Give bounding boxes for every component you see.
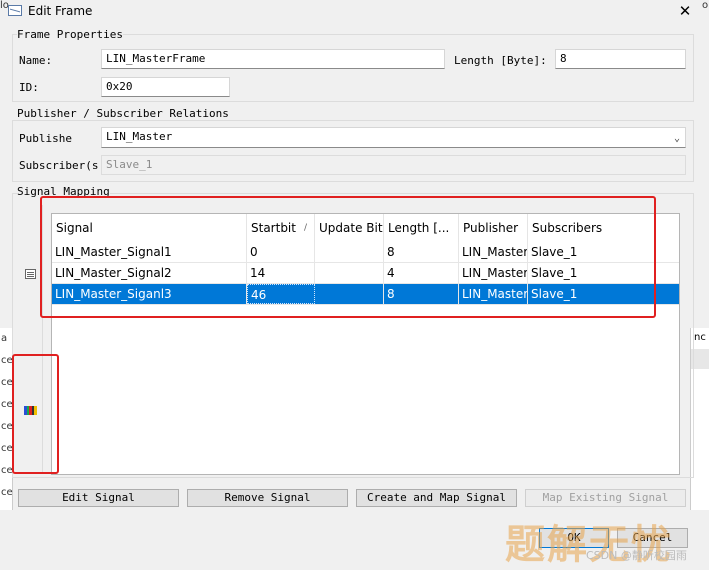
edit-signal-button[interactable]: Edit Signal xyxy=(18,489,179,507)
background-left-cell: ce xyxy=(1,443,13,454)
chevron-down-icon: ⌄ xyxy=(673,133,680,144)
column-header-startbit-label: Startbit xyxy=(251,221,296,235)
remove-signal-button[interactable]: Remove Signal xyxy=(187,489,348,507)
cell-publisher: LIN_Master xyxy=(459,242,528,262)
background-left-cell: ce xyxy=(1,377,13,388)
color-bars-icon[interactable] xyxy=(24,406,37,415)
column-header-startbit[interactable]: Startbit / xyxy=(247,214,315,242)
column-header-subscribers[interactable]: Subscribers xyxy=(528,214,679,242)
subscriber-field: Slave_1 xyxy=(101,155,686,175)
cell-signal: LIN_Master_Siganl3 xyxy=(52,284,247,304)
name-label: Name: xyxy=(19,54,53,67)
table-row[interactable]: LIN_Master_Signal2 14 4 LIN_Master Slave… xyxy=(52,263,679,284)
signal-table: Signal Startbit / Update Bit Length [...… xyxy=(51,213,680,475)
length-label: Length [Byte]: xyxy=(454,54,547,67)
cell-update-bit xyxy=(315,284,384,304)
signal-mapping-sidebar xyxy=(18,205,43,473)
cell-publisher: LIN_Master xyxy=(459,284,528,304)
cell-subscribers: Slave_1 xyxy=(531,287,578,301)
column-header-length[interactable]: Length [... xyxy=(384,214,459,242)
cell-startbit: 14 xyxy=(247,263,315,283)
cell-subscribers: Slave_1 xyxy=(531,266,578,280)
background-left-cell: ce xyxy=(1,465,13,476)
cell-length: 8 xyxy=(384,284,459,304)
cell-update-bit xyxy=(315,242,384,262)
publisher-select[interactable]: LIN_Master ⌄ xyxy=(101,127,686,148)
close-button[interactable]: ✕ xyxy=(672,0,698,22)
cell-signal: LIN_Master_Signal1 xyxy=(52,242,247,262)
cell-startbit: 46 xyxy=(247,284,315,304)
signal-mapping-label: Signal Mapping xyxy=(17,185,110,198)
window-icon xyxy=(8,5,22,16)
cell-subscribers: Slave_1 xyxy=(531,245,578,259)
background-left-cell: ce xyxy=(1,487,13,498)
subscriber-label: Subscriber(s xyxy=(19,159,99,172)
frame-properties-label: Frame Properties xyxy=(17,28,123,41)
background-left-cell: a xyxy=(1,333,8,344)
publisher-label: Publishe xyxy=(19,132,72,145)
background-left-cell: ce xyxy=(1,421,13,432)
relations-label: Publisher / Subscriber Relations xyxy=(17,107,229,120)
column-header-update-bit[interactable]: Update Bit xyxy=(315,214,384,242)
length-field[interactable]: 8 xyxy=(555,49,686,69)
cell-length: 8 xyxy=(384,242,459,262)
background-left-cell: ce xyxy=(1,355,13,366)
create-and-map-signal-button[interactable]: Create and Map Signal xyxy=(356,489,517,507)
watermark-credit: CSDN @静听校园雨 xyxy=(586,549,687,562)
window-title: Edit Frame xyxy=(28,4,93,18)
background-left-cell: ce xyxy=(1,399,13,410)
list-view-icon[interactable] xyxy=(25,269,36,279)
publisher-select-value: LIN_Master xyxy=(106,130,173,143)
cell-startbit: 0 xyxy=(247,242,315,262)
table-row[interactable]: LIN_Master_Signal1 0 8 LIN_Master Slave_… xyxy=(52,242,679,263)
cell-publisher: LIN_Master xyxy=(459,263,528,283)
cell-length: 4 xyxy=(384,263,459,283)
id-label: ID: xyxy=(19,81,39,94)
id-field[interactable]: 0x20 xyxy=(101,77,230,97)
cell-update-bit xyxy=(315,263,384,283)
map-existing-signal-button: Map Existing Signal xyxy=(525,489,686,507)
table-row-selected[interactable]: LIN_Master_Siganl3 46 8 LIN_Master Slave… xyxy=(52,284,679,305)
column-header-signal[interactable]: Signal xyxy=(52,214,247,242)
name-field[interactable]: LIN_MasterFrame xyxy=(101,49,445,69)
sort-indicator-icon: / xyxy=(303,223,307,233)
title-bar: Edit Frame ✕ xyxy=(0,0,709,22)
cell-signal: LIN_Master_Signal2 xyxy=(52,263,247,283)
column-header-publisher[interactable]: Publisher xyxy=(459,214,528,242)
